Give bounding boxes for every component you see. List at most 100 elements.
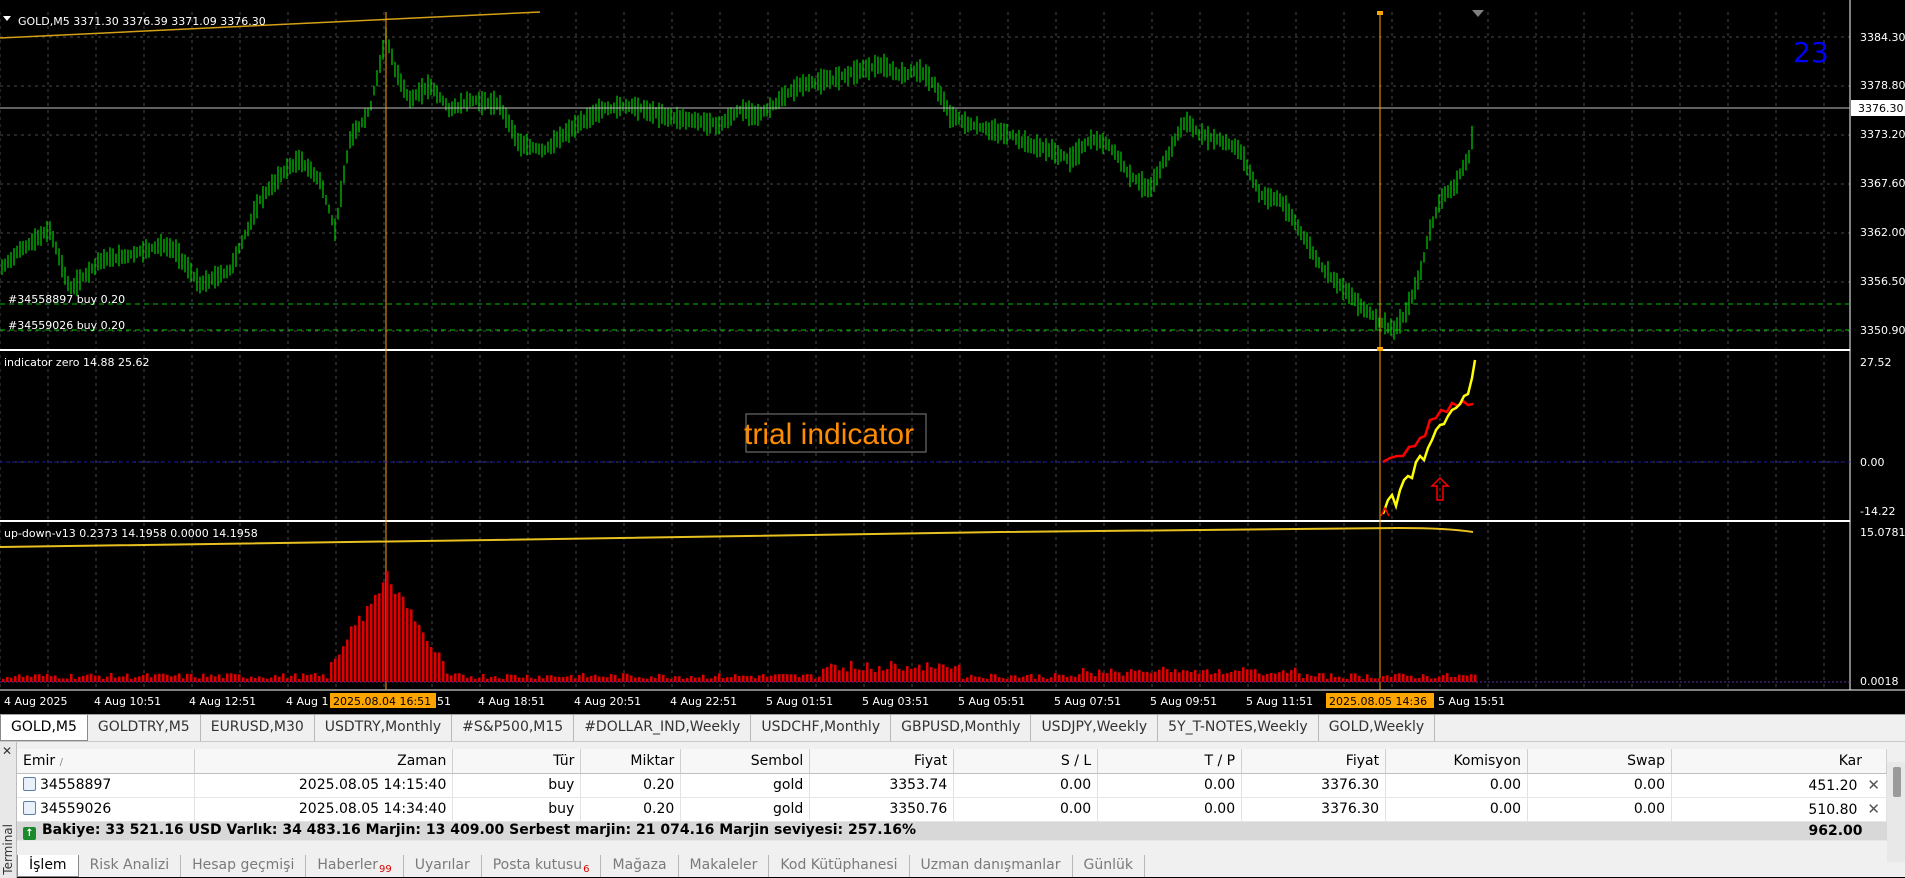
histogram-bar [850,660,853,682]
histogram-bar [810,674,813,682]
histogram-bar [1062,674,1065,682]
shift-marker-icon[interactable] [1472,10,1484,17]
chart-tab[interactable]: GOLDTRY,M5 [88,715,201,741]
histogram-bar [938,663,941,682]
col-header-swap[interactable]: Swap [1527,749,1672,774]
table-row[interactable]: 34559026 2025.08.05 14:34:40 buy 0.20 go… [17,797,1888,822]
chart-tab[interactable]: GBPUSD,Monthly [891,715,1032,741]
table-cell: gold [680,797,811,822]
col-header-miktar[interactable]: Miktar [580,749,682,774]
histogram-bar [906,666,909,682]
histogram-bar [1170,672,1173,682]
table-cell: 3376.30 [1241,773,1387,798]
chart-tab[interactable]: 5Y_T-NOTES,Weekly [1158,715,1319,741]
terminal-tab[interactable]: Uyarılar [404,855,482,877]
histogram-bar [358,615,361,682]
terminal-tab[interactable]: Kod Kütüphanesi [769,855,910,877]
histogram-bar [742,675,745,682]
time-tick: 5 Aug 05:51 [958,695,1025,708]
histogram-bar [1422,674,1425,682]
histogram-bar [478,677,481,682]
terminal-tab[interactable]: Posta kutusu6 [482,855,602,877]
terminal-tab[interactable]: Günlük [1073,855,1145,877]
col-header-sl[interactable]: S / L [953,749,1099,774]
close-position-icon[interactable]: ✕ [1857,776,1880,794]
histogram-bar [910,668,913,682]
terminal-tab[interactable]: Hesap geçmişi [181,855,307,877]
chart-area[interactable]: GOLD,M5 3371.30 3376.39 3371.09 3376.30 … [0,0,1905,714]
histogram-bar [18,674,21,682]
col-header-kar[interactable]: Kar [1671,749,1888,774]
histogram-bar [66,678,69,682]
histogram-bar [414,621,417,682]
tab-badge: 99 [378,864,392,875]
terminal-tab[interactable]: Uzman danışmanlar [910,855,1073,877]
histogram-bar [466,677,469,682]
terminal-tab[interactable]: Makaleler [679,855,770,877]
histogram-bar [218,674,221,682]
terminal-tab[interactable]: Risk Analizi [79,855,182,877]
chart-tab[interactable]: USDCHF,Monthly [751,715,892,741]
chart-menu-icon[interactable] [3,16,11,21]
col-header-emir[interactable]: Emir / [17,749,196,774]
table-cell: buy [452,797,582,822]
histogram-bar [638,677,641,682]
terminal-tab[interactable]: İşlem [17,855,79,877]
price-tick: 3356.50 [1860,275,1905,288]
profit-cell: 451.20 ✕ [1671,773,1888,798]
histogram-bar [646,678,649,682]
chart-tab[interactable]: USDJPY,Weekly [1031,715,1159,741]
histogram-bar [1222,674,1225,682]
terminal-tab[interactable]: Mağaza [601,855,679,877]
chart-tab[interactable]: GOLD,Weekly [1319,715,1436,741]
histogram-bar [1150,673,1153,682]
chart-tabs-bar: GOLD,M5 GOLDTRY,M5 EURUSD,M30 USDTRY,Mon… [0,714,1905,741]
scrollbar-thumb[interactable] [1893,767,1901,797]
histogram-bar [734,674,737,682]
terminal-tab[interactable]: Haberler99 [306,855,404,877]
terminal-label: Terminal [1,824,15,875]
histogram-bar [1426,675,1429,682]
histogram-bar [1258,673,1261,682]
chart-tab[interactable]: #DOLLAR_IND,Weekly [574,715,752,741]
col-header-komisyon[interactable]: Komisyon [1385,749,1529,774]
histogram-bar [702,674,705,682]
histogram-bar [1474,674,1477,682]
histogram-bar [258,676,261,682]
histogram-bar [1394,674,1397,682]
chart-tab[interactable]: #S&P500,M15 [452,715,575,741]
chart-canvas[interactable]: GOLD,M5 3371.30 3376.39 3371.09 3376.30 … [0,0,1905,714]
histogram-bar [526,674,529,682]
table-row[interactable]: 34558897 2025.08.05 14:15:40 buy 0.20 go… [17,773,1888,798]
sort-icon: / [59,756,63,768]
tab-label: Uzman danışmanlar [920,857,1061,873]
close-position-icon[interactable]: ✕ [1857,800,1880,818]
chart-tab[interactable]: USDTRY,Monthly [315,715,453,741]
time-tick: 4 Aug 20:51 [574,695,641,708]
histogram-bar [654,677,657,682]
histogram-bar [1358,675,1361,682]
histogram-bar [994,674,997,682]
histogram-bar [706,678,709,682]
histogram-bar [6,676,9,682]
col-header-sembol[interactable]: Sembol [680,749,811,774]
col-header-fiyat2[interactable]: Fiyat [1241,749,1387,774]
histogram-bar [162,673,165,682]
histogram-bar [954,666,957,682]
col-header-tur[interactable]: Tür [452,749,582,774]
chart-tab[interactable]: EURUSD,M30 [201,715,315,741]
chart-tab[interactable]: GOLD,M5 [0,715,88,741]
histogram-bar [210,674,213,682]
volume-histogram [2,571,1477,682]
histogram-bar [1214,673,1217,682]
histogram-bar [898,668,901,682]
histogram-bar [1398,673,1401,682]
histogram-bar [1454,676,1457,682]
col-header-zaman[interactable]: Zaman [194,749,454,774]
histogram-bar [694,677,697,682]
tab-label: Kod Kütüphanesi [780,857,898,873]
histogram-bar [110,673,113,682]
col-header-fiyat[interactable]: Fiyat [809,749,955,774]
col-header-tp[interactable]: T / P [1097,749,1243,774]
close-icon[interactable]: ✕ [2,744,12,758]
